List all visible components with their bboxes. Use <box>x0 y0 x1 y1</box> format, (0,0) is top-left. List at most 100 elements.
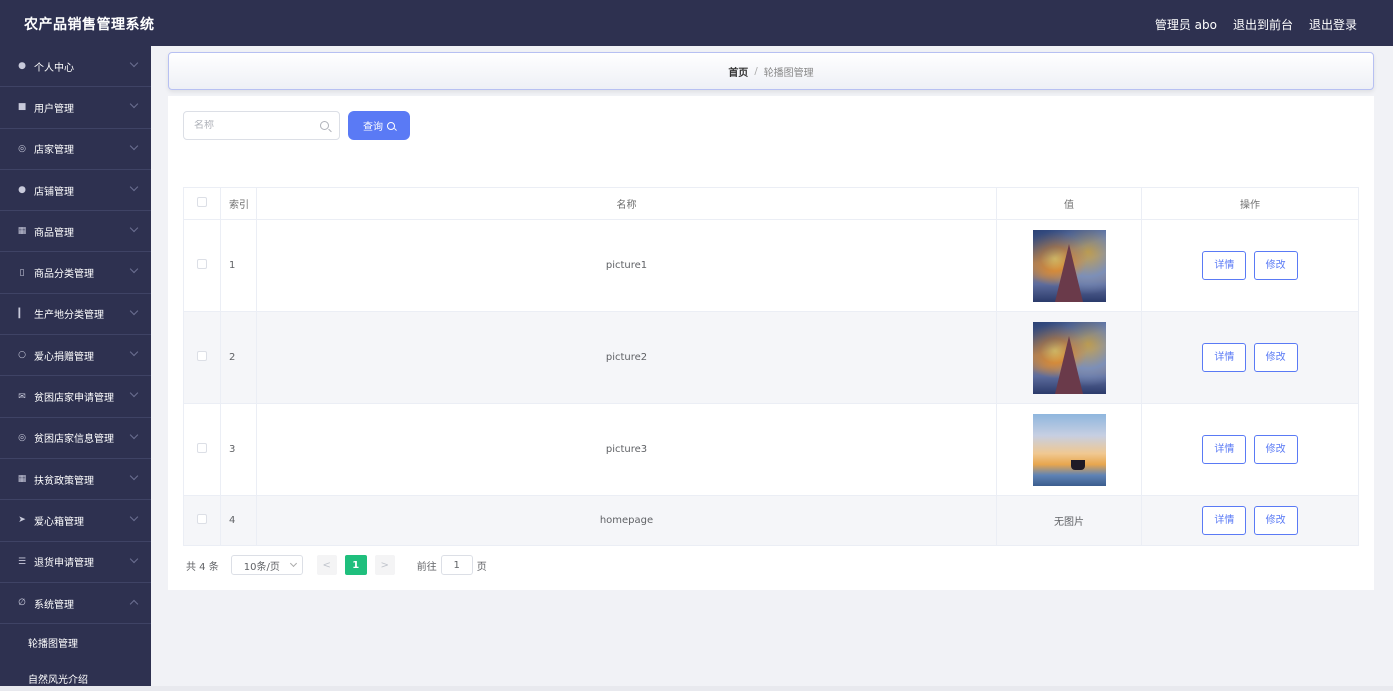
select-all-cell <box>183 187 221 220</box>
row-image[interactable] <box>1032 229 1106 302</box>
row-name: homepage <box>256 495 997 546</box>
sidebar-item-label: 退货申请管理 <box>34 558 94 570</box>
sidebar-item-label: 生产地分类管理 <box>34 310 104 322</box>
sidebar-item-label: 贫困店家申请管理 <box>34 393 114 405</box>
sidebar-item-merchants[interactable]: ◎ 店家管理 <box>0 129 151 170</box>
column-header: 操作 <box>1141 187 1359 220</box>
sidebar-item-poor-merchant-info[interactable]: ◎ 贫困店家信息管理 <box>0 418 151 459</box>
chevron-down-icon <box>129 100 139 109</box>
mail-icon: ✉ <box>18 391 26 402</box>
page-size-select[interactable]: 10条/页 <box>230 555 303 575</box>
chevron-down-icon <box>129 265 139 274</box>
row-name: picture2 <box>256 311 997 404</box>
chevron-down-icon <box>129 347 139 357</box>
pagination: 共 4 条 10条/页 < 1 > 前往 页 <box>186 555 487 575</box>
breadcrumb-home[interactable]: 首页 <box>728 64 748 79</box>
breadcrumb-current: 轮播图管理 <box>763 67 814 79</box>
sidebar-item-goods[interactable]: ▦ 商品管理 <box>0 211 151 253</box>
sidebar-item-poor-merchant-apply[interactable]: ✉ 贫困店家申请管理 <box>0 376 151 418</box>
sidebar-item-poverty-policy[interactable]: ▦ 扶贫政策管理 <box>0 459 151 501</box>
row-image[interactable] <box>1032 321 1106 394</box>
chevron-down-icon <box>129 554 139 563</box>
sidebar-item-system[interactable]: ∅ 系统管理 <box>0 583 151 625</box>
chevron-down-icon <box>129 141 139 150</box>
row-checkbox[interactable] <box>197 351 207 361</box>
search-field[interactable] <box>183 111 340 140</box>
search-input[interactable] <box>194 120 314 131</box>
row-actions: 详情 修改 <box>1141 219 1359 312</box>
user-icon: ● <box>18 61 26 72</box>
edit-button[interactable]: 修改 <box>1253 343 1298 372</box>
logout-link[interactable]: 退出登录 <box>1309 16 1357 33</box>
row-value <box>996 403 1142 496</box>
row-image[interactable] <box>1032 413 1106 486</box>
detail-button[interactable]: 详情 <box>1202 251 1247 280</box>
chevron-up-icon <box>129 599 139 609</box>
chevron-down-icon <box>129 58 139 68</box>
sidebar-item-label: 商品分类管理 <box>34 269 94 281</box>
sliders-icon: ☰ <box>17 556 27 567</box>
chart-icon: ▎ <box>18 308 26 319</box>
sidebar: ● 个人中心 ■ 用户管理 ◎ 店家管理 ● 店铺管理 ▦ 商品管理 ▯ 商品分… <box>0 46 151 691</box>
sidebar-item-label: 爱心捐赠管理 <box>34 351 94 363</box>
row-checkbox[interactable] <box>197 443 207 453</box>
content-panel: 查询 索引 名称 值 操作 1 picture1 详情 修改 <box>168 96 1374 590</box>
row-checkbox[interactable] <box>197 514 207 524</box>
detail-button[interactable]: 详情 <box>1202 435 1247 464</box>
prev-page-button[interactable]: < <box>316 555 337 575</box>
breadcrumb-separator: / <box>754 65 758 77</box>
sidebar-item-shops[interactable]: ● 店铺管理 <box>0 170 151 212</box>
data-table: 索引 名称 值 操作 1 picture1 详情 修改 2 picture2 详… <box>183 187 1359 546</box>
system-icon: ∅ <box>18 598 26 608</box>
row-value <box>996 219 1142 312</box>
row-actions: 详情 修改 <box>1141 403 1359 496</box>
sidebar-item-label: 店家管理 <box>34 145 74 157</box>
bottom-divider <box>0 686 1393 691</box>
query-button-label: 查询 <box>363 122 383 133</box>
goto-label: 前往 <box>416 561 437 573</box>
table-row: 3 picture3 详情 修改 <box>183 403 1359 496</box>
chevron-down-icon <box>129 306 139 316</box>
row-value: 无图片 <box>996 495 1142 546</box>
row-actions: 详情 修改 <box>1141 311 1359 404</box>
total-count: 共 4 条 <box>186 561 219 573</box>
sidebar-item-donations[interactable]: ○ 爱心捐赠管理 <box>0 335 151 377</box>
sidebar-item-personal-center[interactable]: ● 个人中心 <box>0 46 151 88</box>
page-number-current[interactable]: 1 <box>344 555 367 575</box>
query-button[interactable]: 查询 <box>348 111 410 140</box>
sidebar-item-returns[interactable]: ☰ 退货申请管理 <box>0 542 151 583</box>
sidebar-item-label: 扶贫政策管理 <box>34 475 94 487</box>
sidebar-item-love-box[interactable]: ➤ 爱心箱管理 <box>0 500 151 542</box>
sidebar-item-users[interactable]: ■ 用户管理 <box>0 87 151 129</box>
back-to-front-link[interactable]: 退出到前台 <box>1233 16 1293 33</box>
search-icon <box>320 121 329 130</box>
send-icon: ➤ <box>18 515 26 526</box>
select-all-checkbox[interactable] <box>197 197 207 207</box>
row-name: picture3 <box>256 403 997 496</box>
row-index: 3 <box>220 403 257 496</box>
goto-page-input[interactable] <box>440 555 473 575</box>
detail-button[interactable]: 详情 <box>1202 506 1247 535</box>
next-page-button[interactable]: > <box>374 555 395 575</box>
row-value <box>996 311 1142 404</box>
row-checkbox[interactable] <box>197 259 207 269</box>
chevron-down-icon <box>129 182 139 192</box>
edit-button[interactable]: 修改 <box>1253 506 1298 535</box>
sidebar-item-label: 个人中心 <box>34 62 74 74</box>
edit-button[interactable]: 修改 <box>1253 251 1298 280</box>
detail-button[interactable]: 详情 <box>1202 343 1247 372</box>
submenu-item-carousel[interactable]: 轮播图管理 <box>0 624 151 660</box>
app-title: 农产品销售管理系统 <box>24 17 155 33</box>
row-index: 2 <box>220 311 257 404</box>
chevron-down-icon <box>289 559 297 568</box>
chevron-down-icon <box>129 513 139 522</box>
edit-button[interactable]: 修改 <box>1253 435 1298 464</box>
sidebar-item-goods-category[interactable]: ▯ 商品分类管理 <box>0 252 151 294</box>
sidebar-item-label: 店铺管理 <box>34 186 74 198</box>
sidebar-item-label: 系统管理 <box>34 599 74 611</box>
category-icon: ▯ <box>19 267 25 278</box>
page-size-value: 10条/页 <box>243 561 280 573</box>
column-header: 索引 <box>220 187 257 220</box>
top-navbar: 农产品销售管理系统 管理员 abo 退出到前台 退出登录 <box>0 0 1393 46</box>
sidebar-item-origin-category[interactable]: ▎ 生产地分类管理 <box>0 294 151 336</box>
